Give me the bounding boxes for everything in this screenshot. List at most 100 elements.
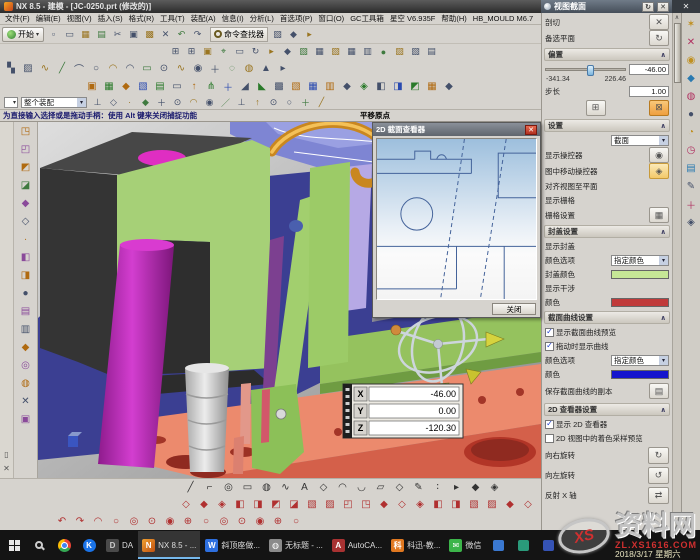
toolbar-icon[interactable]: ● [17,286,35,301]
toolbar-icon[interactable]: ▭ [232,45,247,59]
cap-settings-header[interactable]: 封盖设置 ∧ [544,225,670,238]
toolbar-icon[interactable]: ◇ [17,214,35,229]
save-curves-copy-button[interactable]: ▤ [649,383,669,399]
toolbar-icon[interactable]: ◇ [315,480,332,494]
snap-point-icon[interactable]: ◇ [106,95,121,109]
toolbar-icon[interactable]: ∶ [429,480,446,494]
menu-item[interactable]: HB_MOULD M6.7 [470,14,536,23]
snap-point-icon[interactable]: ＋ [154,95,169,109]
toolbar-icon[interactable]: ∿ [173,61,189,75]
toolbar-icon[interactable]: ◌ [224,61,240,75]
toolbar-icon[interactable]: ✕ [158,27,173,41]
toolbar-icon[interactable]: ◪ [286,497,302,511]
toolbar-icon[interactable]: ⋔ [203,79,219,93]
menu-item[interactable]: 视图(V) [64,13,95,24]
toolbar-icon[interactable]: ◇ [178,497,194,511]
handle-origin-ball[interactable] [391,325,401,335]
toolbar-icon[interactable]: ▭ [239,480,256,494]
menu-item[interactable]: 编辑(E) [33,13,64,24]
step-value-input[interactable]: 1.00 [629,86,669,97]
toolbar-icon[interactable]: ⊕ [270,515,286,529]
toolbar-icon[interactable]: ∙ [17,232,35,247]
panel-close-button[interactable]: ✕ [657,2,669,12]
toolbar-icon[interactable]: ◷ [684,143,699,157]
toolbar-icon[interactable]: ▣ [84,79,100,93]
dialog-close-button[interactable]: ✕ [525,125,537,135]
toolbar-icon[interactable]: ∿ [37,61,53,75]
toolbar-icon[interactable]: ⌐ [201,480,218,494]
toolbar-icon[interactable]: ● [684,107,699,121]
taskbar-k-app-button[interactable]: K [77,531,101,559]
snap-point-icon[interactable]: ⊥ [234,95,249,109]
toolbar-icon[interactable]: ◩ [407,79,423,93]
toolbar-icon[interactable]: ◆ [467,480,484,494]
toolbar-icon[interactable]: ＋ [207,61,223,75]
toolbar-icon[interactable]: ◉ [252,515,268,529]
snap-point-icon[interactable]: ╱ [314,95,329,109]
toolbar-icon[interactable]: ◰ [340,497,356,511]
toolbar-icon[interactable]: ▧ [296,45,311,59]
toolbar-icon[interactable]: ▤ [94,27,109,41]
snap-point-icon[interactable]: ⊙ [170,95,185,109]
toolbar-icon[interactable]: ✶ [684,17,699,31]
dialog-titlebar[interactable]: 2D 截面查看器 ✕ [373,123,540,136]
toolbar-icon[interactable]: ○ [88,61,104,75]
toolbar-icon[interactable]: ＋ [684,197,699,211]
toolbar-icon[interactable]: ∿ [277,480,294,494]
offset-slider-thumb[interactable] [587,65,594,76]
toolbar-icon[interactable]: ⊕ [180,515,196,529]
toolbar-icon[interactable]: ╱ [54,61,70,75]
toolbar-icon[interactable]: ▧ [408,45,423,59]
toolbar-icon[interactable]: ◪ [17,178,35,193]
toolbar-icon[interactable]: ◆ [441,79,457,93]
toolbar-icon[interactable]: ▥ [360,45,375,59]
toolbar-icon[interactable]: ◨ [448,497,464,511]
toolbar-icon[interactable]: ⌖ [216,45,231,59]
clip-section-remove-button[interactable]: ✕ [649,14,669,30]
toolbar-icon[interactable]: ╱ [182,480,199,494]
toolbar-icon[interactable]: ◧ [430,497,446,511]
toolbar-icon[interactable]: ⊙ [156,61,172,75]
toolbar-icon[interactable]: ▨ [484,497,500,511]
toolbar-icon[interactable]: ▫ [46,27,61,41]
toolbar-icon[interactable]: ◩ [268,497,284,511]
toolbar-icon[interactable]: ▨ [20,61,36,75]
toolbar-icon[interactable]: ▸ [302,27,317,41]
move-manipulator-button[interactable]: ◈ [649,163,669,179]
menu-item[interactable]: 格式(R) [126,13,157,24]
toolbar-icon[interactable]: ▨ [322,497,338,511]
toolbar-icon[interactable]: ▨ [392,45,407,59]
section-curves-header[interactable]: 截面曲线设置 ∧ [544,311,670,324]
taskbar-search-button[interactable] [27,531,51,559]
toolbar-icon[interactable]: ◆ [17,196,35,211]
toolbar-icon[interactable]: ▱ [372,480,389,494]
toolbar-icon[interactable]: ◎ [126,515,142,529]
drag-curves-checkbox[interactable]: ✓ [545,342,554,351]
toolbar-icon[interactable]: ✎ [410,480,427,494]
toolbar-icon[interactable]: ◣ [254,79,270,93]
toolbar-icon[interactable]: ◇ [520,497,536,511]
toolbar-icon[interactable]: ▦ [344,45,359,59]
menu-item[interactable]: 文件(F) [2,13,33,24]
toolbar-icon[interactable]: ◈ [412,497,428,511]
toolbar-icon[interactable]: ✕ [17,394,35,409]
toolbar-icon[interactable]: ◆ [280,45,295,59]
toolbar-icon[interactable]: ◎ [216,515,232,529]
display-type-dropdown[interactable]: 截面 ▾ [611,135,669,146]
toolbar-icon[interactable]: ◳ [358,497,374,511]
snap-point-icon[interactable]: ⊙ [266,95,281,109]
toolbar-icon[interactable]: ◠ [122,61,138,75]
snap-point-icon[interactable]: ⊥ [90,95,105,109]
toolbar-icon[interactable]: ◧ [232,497,248,511]
toolbar-icon[interactable]: ◍ [17,376,35,391]
taskbar-nx-button[interactable]: NNX 8.5 - ... [138,531,200,559]
offset-slider[interactable] [545,68,626,71]
toolbar-icon[interactable]: ◇ [394,497,410,511]
toolbar-icon[interactable]: ▧ [328,45,343,59]
viewer-settings-header[interactable]: 2D 查看器设置 ∧ [544,403,670,416]
toolbar-icon[interactable]: ◆ [118,79,134,93]
toolbar-icon[interactable]: ◎ [17,358,35,373]
snap-point-icon[interactable]: ◠ [186,95,201,109]
snap-point-icon[interactable]: ↑ [250,95,265,109]
shaded-preview-checkbox[interactable] [545,434,554,443]
